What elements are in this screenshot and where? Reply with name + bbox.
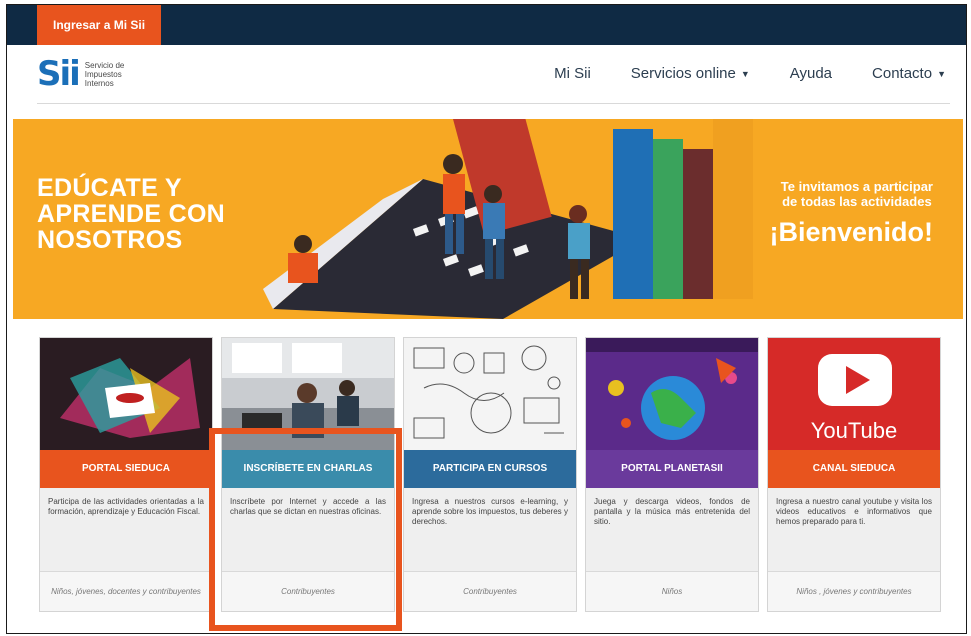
card-audience: Contribuyentes	[404, 571, 576, 611]
caret-down-icon: ▼	[937, 68, 946, 79]
nav-label: Contacto	[872, 65, 933, 82]
nav-contacto[interactable]: Contacto ▼	[872, 65, 946, 82]
hero-invite-line: de todas las actividades	[782, 194, 932, 209]
caret-down-icon: ▼	[740, 68, 750, 79]
hero-welcome: ¡Bienvenido!	[769, 217, 933, 247]
hero-invite-line: Te invitamos a participar	[780, 179, 933, 194]
youtube-text: YouTube	[810, 418, 898, 443]
hero-invite: Te invitamos a participar de todas las a…	[781, 179, 933, 209]
nav-ayuda[interactable]: Ayuda	[790, 65, 832, 82]
nav-label: Servicios online	[630, 65, 736, 82]
site-header: Sii Servicio de Impuestos Internos Mi Si…	[7, 45, 966, 105]
activity-cards: PORTAL SIEDUCA Participa de las activida…	[39, 337, 947, 612]
nav-mi-sii[interactable]: Mi Sii	[554, 65, 591, 82]
login-button[interactable]: Ingresar a Mi Sii	[37, 5, 162, 45]
card-description: Ingresa a nuestro canal youtube y visita…	[776, 497, 932, 526]
card-image	[586, 338, 758, 450]
card-image: YouTube	[768, 338, 940, 450]
nav-label: Ayuda	[789, 65, 833, 82]
card-description: Ingresa a nuestros cursos e-learning, y …	[412, 497, 568, 526]
card-image	[40, 338, 212, 450]
card-portal-planetasii[interactable]: PORTAL PLANETASII Juega y descarga video…	[585, 337, 759, 612]
logo-text: Servicio de Impuestos Internos	[84, 60, 125, 88]
sii-logo[interactable]: Sii Servicio de Impuestos Internos	[37, 57, 145, 91]
hero-title-line: APRENDE CON	[37, 200, 226, 228]
card-participa-cursos[interactable]: PARTICIPA EN CURSOS Ingresa a nuestros c…	[403, 337, 577, 612]
browser-frame: Ingresar a Mi Sii Sii Servicio de Impues…	[6, 4, 967, 634]
top-bar: Ingresar a Mi Sii	[7, 5, 966, 45]
header-divider	[37, 103, 950, 104]
card-image	[404, 338, 576, 450]
card-portal-sieduca[interactable]: PORTAL SIEDUCA Participa de las activida…	[39, 337, 213, 612]
card-canal-sieduca[interactable]: YouTube CANAL SIEDUCA Ingresa a nuestro …	[767, 337, 941, 612]
card-title: CANAL SIEDUCA	[768, 450, 940, 488]
card-description: Participa de las actividades orientadas …	[48, 497, 204, 516]
hero-banner: EDÚCATE Y APRENDE CON NOSOTROS Te invita…	[13, 119, 963, 319]
card-description: Juega y descarga videos, fondos de panta…	[594, 497, 750, 526]
card-audience: Niños	[586, 571, 758, 611]
hero-title: EDÚCATE Y APRENDE CON NOSOTROS	[37, 175, 225, 253]
hero-title-line: EDÚCATE Y	[37, 174, 182, 202]
card-audience: Niños, jóvenes, docentes y contribuyente…	[40, 571, 212, 611]
highlight-box	[209, 428, 402, 631]
main-nav: Mi Sii Servicios online ▼ Ayuda Contacto ▼	[554, 65, 946, 82]
hero-illustration	[263, 119, 753, 319]
nav-label: Mi Sii	[554, 65, 591, 82]
card-title: PARTICIPA EN CURSOS	[404, 450, 576, 488]
card-title: PORTAL PLANETASII	[586, 450, 758, 488]
hero-title-line: NOSOTROS	[37, 226, 183, 254]
logo-mark: Sii	[37, 54, 81, 94]
card-audience: Niños , jóvenes y contribuyentes	[768, 571, 940, 611]
card-title: PORTAL SIEDUCA	[40, 450, 212, 488]
nav-servicios-online[interactable]: Servicios online ▼	[631, 65, 750, 82]
